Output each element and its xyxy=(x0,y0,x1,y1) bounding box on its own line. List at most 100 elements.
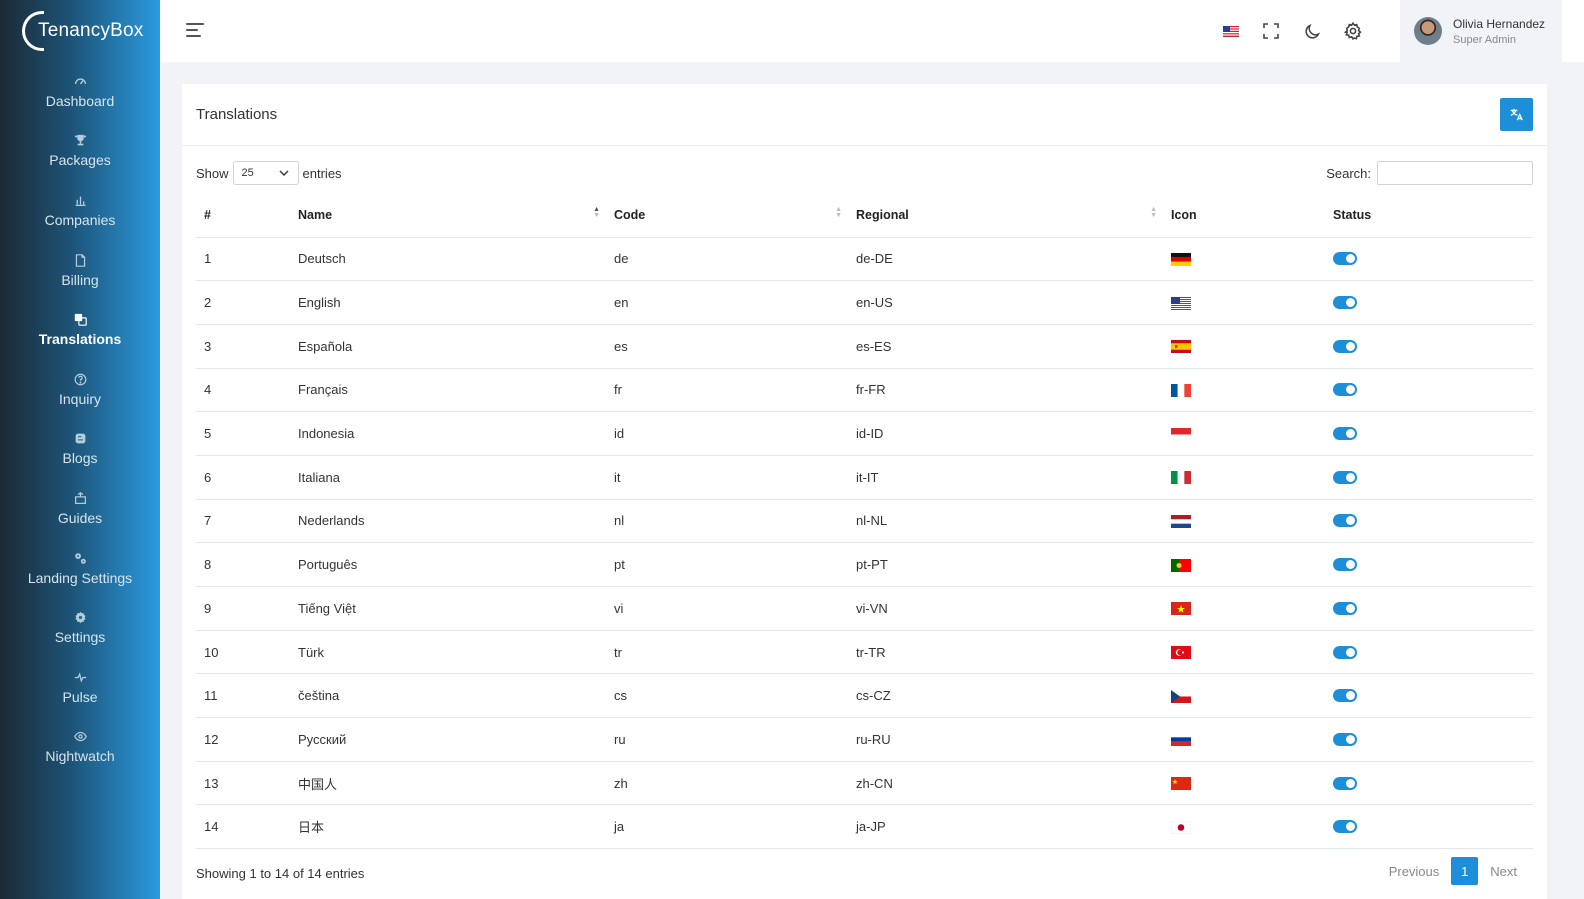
status-toggle[interactable] xyxy=(1333,645,1357,659)
user-name: Olivia Hernandez xyxy=(1453,16,1546,31)
sidebar-item-settings[interactable]: Settings xyxy=(0,598,160,658)
cell-code: cs xyxy=(606,673,848,719)
trophy-icon xyxy=(74,134,87,147)
cell-icon xyxy=(1163,324,1325,369)
cell-code: ja xyxy=(606,804,848,850)
cell-num: 9 xyxy=(196,586,290,631)
sidebar-item-dashboard[interactable]: Dashboard xyxy=(0,62,160,122)
cell-status xyxy=(1325,804,1533,850)
entries-select[interactable]: 25 xyxy=(232,161,299,185)
previous-page-button[interactable]: Previous xyxy=(1377,864,1452,879)
sidebar-item-billing[interactable]: Billing xyxy=(0,241,160,301)
status-toggle[interactable] xyxy=(1333,252,1357,266)
cell-regional: ja-JP xyxy=(848,804,1163,850)
cell-name: Española xyxy=(290,324,606,369)
cell-status xyxy=(1325,586,1533,631)
status-toggle[interactable] xyxy=(1333,470,1357,484)
top-header: Olivia Hernandez Super Admin xyxy=(160,0,1584,62)
sidebar-item-blogs[interactable]: Blogs xyxy=(0,420,160,480)
cell-icon xyxy=(1163,411,1325,456)
sidebar-item-inquiry[interactable]: Inquiry xyxy=(0,360,160,420)
translate-icon xyxy=(74,313,87,326)
cell-icon xyxy=(1163,499,1325,544)
sidebar-item-companies[interactable]: Companies xyxy=(0,181,160,241)
search-label: Search: xyxy=(1326,165,1371,181)
translations-card: Translations Show 25 entries Search: # N… xyxy=(182,84,1547,899)
table-row: 2 English en en-US xyxy=(196,280,1533,325)
language-flag-icon[interactable] xyxy=(1221,21,1241,41)
sidebar-item-packages[interactable]: Packages xyxy=(0,122,160,182)
cell-name: Türk xyxy=(290,630,606,675)
cell-name: Français xyxy=(290,368,606,413)
user-role: Super Admin xyxy=(1453,33,1516,46)
status-toggle[interactable] xyxy=(1333,776,1357,790)
status-toggle[interactable] xyxy=(1333,514,1357,528)
page-1-button[interactable]: 1 xyxy=(1451,857,1479,885)
settings-gear-icon[interactable] xyxy=(1343,21,1363,41)
cell-code: es xyxy=(606,324,848,369)
cell-name: Nederlands xyxy=(290,499,606,544)
column-header-number[interactable]: # xyxy=(196,194,290,238)
cell-code: it xyxy=(606,455,848,500)
status-toggle[interactable] xyxy=(1333,427,1357,441)
translate-action-button[interactable] xyxy=(1500,98,1533,131)
table-row: 10 Türk tr tr-TR xyxy=(196,630,1533,675)
cell-icon xyxy=(1163,542,1325,587)
cell-code: fr xyxy=(606,368,848,413)
flag-it-icon xyxy=(1171,471,1191,485)
question-icon xyxy=(74,373,87,386)
sidebar-item-landing-settings[interactable]: Landing Settings xyxy=(0,539,160,599)
table-row: 13 中国人 zh zh-CN xyxy=(196,761,1533,806)
flag-es-icon xyxy=(1171,340,1191,354)
table-row: 9 Tiếng Việt vi vi-VN xyxy=(196,586,1533,631)
cell-regional: fr-FR xyxy=(848,368,1163,413)
sort-icon: ▲ ▼ xyxy=(1150,206,1157,219)
user-profile-menu[interactable]: Olivia Hernandez Super Admin xyxy=(1400,0,1562,62)
card-header: Translations xyxy=(182,84,1547,146)
search-input[interactable] xyxy=(1377,161,1533,185)
next-page-button[interactable]: Next xyxy=(1478,864,1529,879)
table-header-row: # Name ▲ ▼ Code ▲ ▼ Regional ▲ ▼ Icon Status xyxy=(196,194,1533,238)
table-row: 3 Española es es-ES xyxy=(196,324,1533,369)
cell-regional: en-US xyxy=(848,280,1163,325)
table-controls: Show 25 entries Search: xyxy=(196,161,1533,185)
table-row: 1 Deutsch de de-DE xyxy=(196,237,1533,282)
status-toggle[interactable] xyxy=(1333,820,1357,834)
sidebar-item-pulse[interactable]: Pulse xyxy=(0,658,160,718)
sidebar-item-label: Landing Settings xyxy=(27,569,133,586)
flag-cz-icon xyxy=(1171,689,1191,703)
column-header-code[interactable]: Code ▲ ▼ xyxy=(606,194,848,238)
status-toggle[interactable] xyxy=(1333,339,1357,353)
column-header-name-label: Name xyxy=(298,208,333,223)
fullscreen-icon[interactable] xyxy=(1261,21,1281,41)
dark-mode-icon[interactable] xyxy=(1302,21,1322,41)
status-toggle[interactable] xyxy=(1333,689,1357,703)
sidebar-item-label: Pulse xyxy=(62,688,98,705)
sidebar-nav: Dashboard Packages Companies Billing Transla… xyxy=(0,62,160,777)
sidebar-item-guides[interactable]: Guides xyxy=(0,479,160,539)
pagination: Previous 1 Next xyxy=(1377,857,1529,885)
cell-name: Italiana xyxy=(290,455,606,500)
status-toggle[interactable] xyxy=(1333,732,1357,746)
column-header-code-label: Code xyxy=(614,208,646,223)
sidebar-item-translations[interactable]: Translations xyxy=(0,300,160,360)
status-toggle[interactable] xyxy=(1333,601,1357,615)
pulse-icon xyxy=(74,671,87,684)
cell-num: 3 xyxy=(196,324,290,369)
status-toggle[interactable] xyxy=(1333,296,1357,310)
menu-toggle-icon[interactable] xyxy=(186,23,204,39)
sidebar-item-label: Nightwatch xyxy=(45,748,115,765)
sidebar-item-label: Billing xyxy=(61,271,99,288)
cell-regional: vi-VN xyxy=(848,586,1163,631)
brand-logo[interactable]: TenancyBox xyxy=(0,0,160,62)
sidebar-item-nightwatch[interactable]: Nightwatch xyxy=(0,718,160,778)
entries-label: entries xyxy=(302,165,342,181)
blog-icon xyxy=(74,432,87,445)
status-toggle[interactable] xyxy=(1333,383,1357,397)
cell-num: 11 xyxy=(196,673,290,719)
status-toggle[interactable] xyxy=(1333,558,1357,572)
table-row: 7 Nederlands nl nl-NL xyxy=(196,499,1533,544)
column-header-regional[interactable]: Regional ▲ ▼ xyxy=(848,194,1163,238)
cell-icon xyxy=(1163,368,1325,413)
column-header-name[interactable]: Name ▲ ▼ xyxy=(290,194,606,238)
